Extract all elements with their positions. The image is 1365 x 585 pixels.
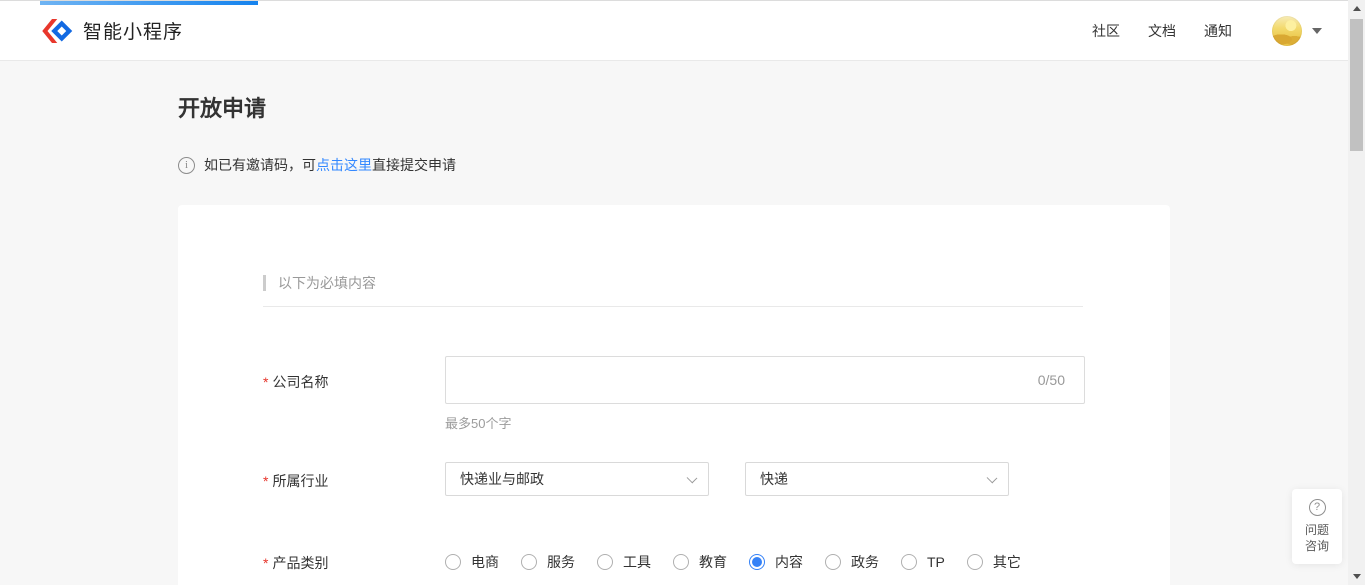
- page-body: 开放申请 i 如已有邀请码，可点击这里直接提交申请 以下为必填内容 *公司名称 …: [0, 61, 1348, 585]
- top-navbar: 智能小程序 社区 文档 通知: [0, 1, 1348, 61]
- notice-text-prefix: 如已有邀请码，可: [204, 155, 316, 175]
- industry-primary-select[interactable]: 快递业与邮政: [445, 462, 709, 496]
- vertical-scrollbar[interactable]: [1348, 0, 1365, 585]
- product-category-label: *产品类别: [263, 551, 445, 573]
- header-right: 社区 文档 通知: [1092, 16, 1322, 46]
- radio-icon: [967, 554, 983, 570]
- product-category-label-text: 产品类别: [272, 555, 328, 571]
- section-accent-bar: [263, 275, 266, 291]
- triangle-up-icon: [1353, 6, 1361, 11]
- chevron-down-icon: [987, 473, 998, 484]
- radio-option-content[interactable]: 内容: [749, 552, 803, 572]
- company-name-row: *公司名称 0/50 最多50个字: [263, 356, 1083, 432]
- radio-label: 服务: [547, 552, 575, 572]
- required-asterisk: *: [263, 473, 268, 489]
- radio-option-tp[interactable]: TP: [901, 554, 945, 570]
- scrollbar-thumb[interactable]: [1350, 19, 1363, 151]
- radio-option-other[interactable]: 其它: [967, 552, 1021, 572]
- page-title: 开放申请: [178, 95, 1348, 123]
- company-name-label-text: 公司名称: [272, 374, 328, 390]
- radio-label: 其它: [993, 552, 1021, 572]
- industry-label: *所属行业: [263, 462, 445, 496]
- char-counter: 0/50: [1038, 356, 1065, 404]
- industry-secondary-value: 快递: [760, 471, 788, 487]
- info-icon: i: [178, 157, 195, 174]
- company-name-input-wrap: 0/50: [445, 356, 1085, 404]
- loading-progress-bar: [40, 1, 258, 5]
- industry-primary-value: 快递业与邮政: [460, 471, 544, 487]
- nav-notifications[interactable]: 通知: [1204, 21, 1232, 41]
- application-form-card: 以下为必填内容 *公司名称 0/50 最多50个字 *所属行业: [178, 205, 1170, 585]
- company-name-input[interactable]: [445, 356, 1085, 404]
- radio-label: 内容: [775, 552, 803, 572]
- required-section-header: 以下为必填内容: [263, 273, 1083, 293]
- industry-label-text: 所属行业: [272, 473, 328, 489]
- radio-icon: [673, 554, 689, 570]
- radio-icon: [901, 554, 917, 570]
- radio-icon: [597, 554, 613, 570]
- nav-community[interactable]: 社区: [1092, 21, 1120, 41]
- radio-label: 政务: [851, 552, 879, 572]
- help-line-2: 咨询: [1305, 538, 1329, 554]
- nav-docs[interactable]: 文档: [1148, 21, 1176, 41]
- help-consult-widget[interactable]: ? 问题 咨询: [1292, 489, 1342, 564]
- scrollbar-up-button[interactable]: [1348, 0, 1365, 17]
- user-avatar[interactable]: [1272, 16, 1302, 46]
- radio-label: 教育: [699, 552, 727, 572]
- company-name-hint: 最多50个字: [445, 413, 1085, 432]
- product-category-options: 电商 服务 工具 教育 内容: [445, 551, 1043, 573]
- radio-label: 工具: [623, 552, 651, 572]
- radio-icon: [749, 554, 765, 570]
- click-here-link[interactable]: 点击这里: [316, 155, 372, 175]
- brand-name: 智能小程序: [83, 17, 183, 44]
- notice-text-suffix: 直接提交申请: [372, 155, 456, 175]
- radio-option-ecommerce[interactable]: 电商: [445, 552, 499, 572]
- radio-label: 电商: [471, 552, 499, 572]
- chevron-down-icon[interactable]: [1312, 28, 1322, 34]
- section-title: 以下为必填内容: [278, 273, 376, 293]
- brand-logo[interactable]: 智能小程序: [40, 16, 183, 46]
- radio-option-tool[interactable]: 工具: [597, 552, 651, 572]
- radio-option-education[interactable]: 教育: [673, 552, 727, 572]
- industry-row: *所属行业 快递业与邮政 快递: [263, 462, 1083, 496]
- invite-code-notice: i 如已有邀请码，可点击这里直接提交申请: [178, 155, 1348, 175]
- triangle-down-icon: [1353, 574, 1361, 579]
- radio-icon: [825, 554, 841, 570]
- required-asterisk: *: [263, 374, 268, 390]
- scrollbar-down-button[interactable]: [1348, 568, 1365, 585]
- industry-secondary-select[interactable]: 快递: [745, 462, 1009, 496]
- radio-option-service[interactable]: 服务: [521, 552, 575, 572]
- radio-icon: [445, 554, 461, 570]
- section-divider: [263, 306, 1083, 307]
- radio-option-government[interactable]: 政务: [825, 552, 879, 572]
- smart-miniprogram-logo-icon: [40, 16, 73, 46]
- chevron-down-icon: [687, 473, 698, 484]
- radio-label: TP: [927, 554, 945, 570]
- question-mark-icon: ?: [1309, 499, 1326, 516]
- product-category-row: *产品类别 电商 服务 工具 教育: [263, 551, 1083, 573]
- required-asterisk: *: [263, 555, 268, 571]
- help-line-1: 问题: [1305, 522, 1329, 538]
- radio-icon: [521, 554, 537, 570]
- company-name-label: *公司名称: [263, 356, 445, 432]
